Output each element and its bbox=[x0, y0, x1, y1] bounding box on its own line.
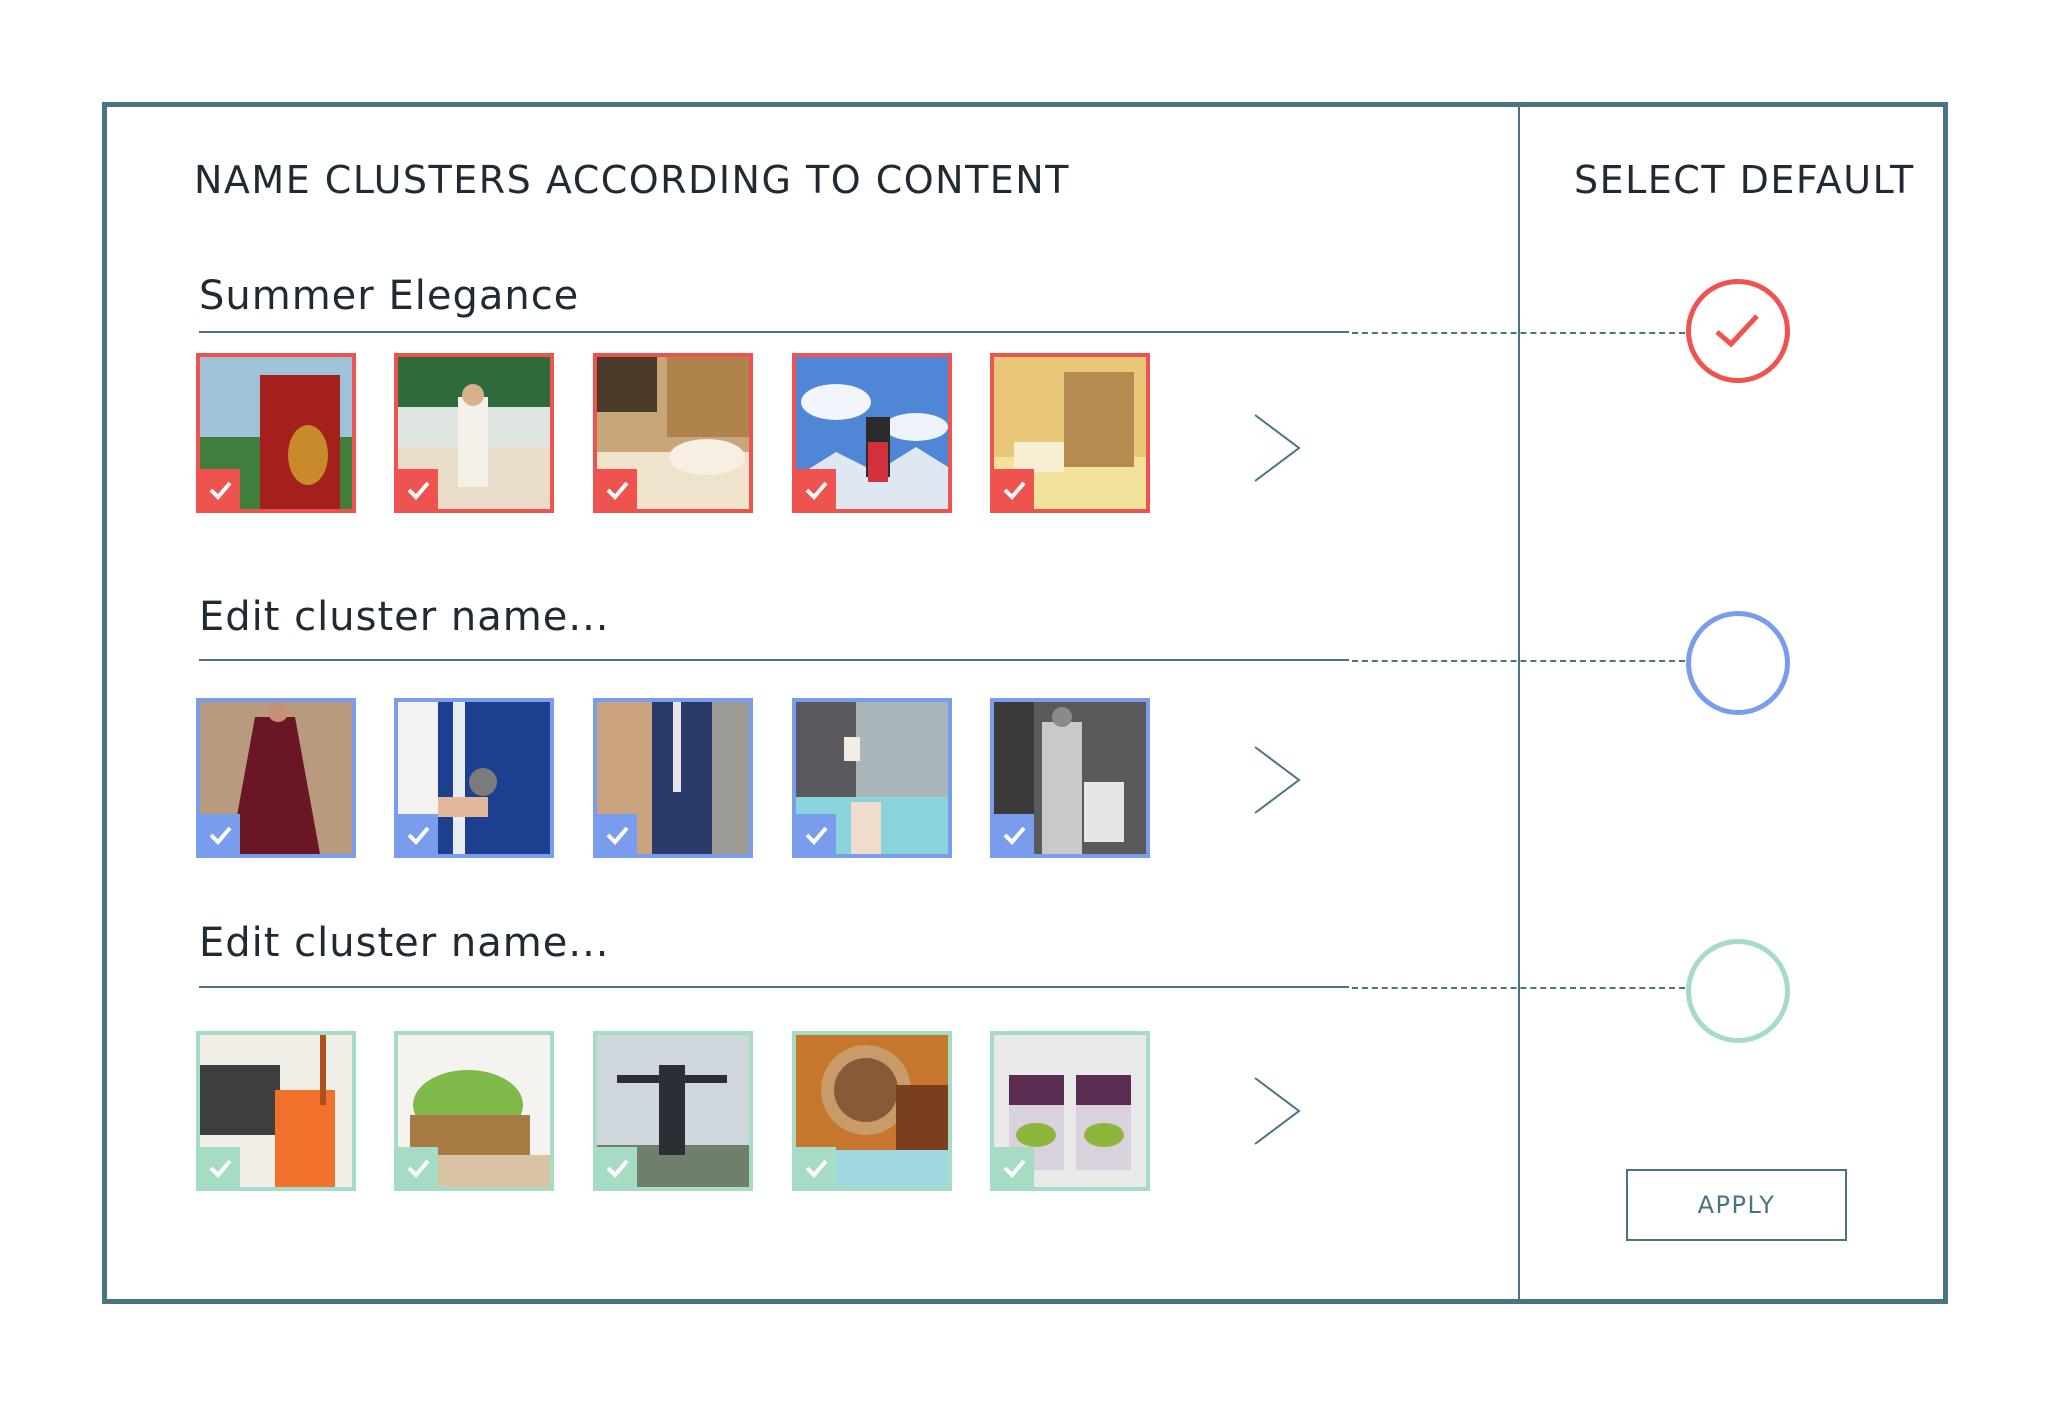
cluster-photo[interactable] bbox=[196, 353, 356, 513]
selected-check-icon[interactable] bbox=[398, 814, 438, 854]
selected-check-icon[interactable] bbox=[597, 469, 637, 509]
selected-check-icon[interactable] bbox=[994, 814, 1034, 854]
default-radio[interactable] bbox=[1686, 939, 1790, 1043]
selected-check-icon[interactable] bbox=[597, 814, 637, 854]
cluster-name-input[interactable]: Edit cluster name... bbox=[199, 920, 610, 966]
cluster-connector-line bbox=[1352, 332, 1685, 334]
cluster-name-underline bbox=[199, 331, 1349, 333]
selected-check-icon[interactable] bbox=[398, 469, 438, 509]
chevron-right-icon[interactable] bbox=[1253, 1076, 1303, 1146]
cluster-connector-line bbox=[1352, 660, 1685, 662]
cluster-photo[interactable] bbox=[394, 353, 554, 513]
cluster-photo[interactable] bbox=[990, 1031, 1150, 1191]
selected-check-icon[interactable] bbox=[597, 1147, 637, 1187]
cluster-photo[interactable] bbox=[593, 698, 753, 858]
cluster-name-input[interactable]: Summer Elegance bbox=[199, 273, 579, 319]
cluster-photo[interactable] bbox=[990, 353, 1150, 513]
selected-check-icon[interactable] bbox=[398, 1147, 438, 1187]
selected-check-icon[interactable] bbox=[994, 469, 1034, 509]
cluster-photo[interactable] bbox=[792, 1031, 952, 1191]
chevron-right-icon[interactable] bbox=[1253, 413, 1303, 483]
apply-button[interactable]: APPLY bbox=[1626, 1169, 1847, 1241]
cluster-name-input[interactable]: Edit cluster name... bbox=[199, 594, 610, 640]
selected-check-icon[interactable] bbox=[796, 814, 836, 854]
selected-check-icon[interactable] bbox=[796, 469, 836, 509]
column-divider bbox=[1518, 107, 1520, 1299]
selected-check-icon[interactable] bbox=[796, 1147, 836, 1187]
checkmark-icon bbox=[1715, 314, 1759, 348]
default-radio[interactable] bbox=[1686, 611, 1790, 715]
cluster-photo[interactable] bbox=[394, 698, 554, 858]
cluster-name-underline bbox=[199, 986, 1349, 988]
cluster-photo[interactable] bbox=[196, 1031, 356, 1191]
chevron-right-icon[interactable] bbox=[1253, 745, 1303, 815]
left-heading: NAME CLUSTERS ACCORDING TO CONTENT bbox=[194, 158, 1070, 202]
selected-check-icon[interactable] bbox=[200, 814, 240, 854]
cluster-connector-line bbox=[1352, 987, 1685, 989]
cluster-photo[interactable] bbox=[593, 1031, 753, 1191]
cluster-photo[interactable] bbox=[792, 353, 952, 513]
cluster-photo[interactable] bbox=[394, 1031, 554, 1191]
default-radio-selected[interactable] bbox=[1686, 279, 1790, 383]
selected-check-icon[interactable] bbox=[200, 469, 240, 509]
selected-check-icon[interactable] bbox=[200, 1147, 240, 1187]
cluster-photo[interactable] bbox=[593, 353, 753, 513]
cluster-photo[interactable] bbox=[990, 698, 1150, 858]
cluster-photo[interactable] bbox=[792, 698, 952, 858]
cluster-photo[interactable] bbox=[196, 698, 356, 858]
cluster-name-underline bbox=[199, 659, 1349, 661]
right-heading: SELECT DEFAULT bbox=[1574, 158, 1915, 202]
selected-check-icon[interactable] bbox=[994, 1147, 1034, 1187]
